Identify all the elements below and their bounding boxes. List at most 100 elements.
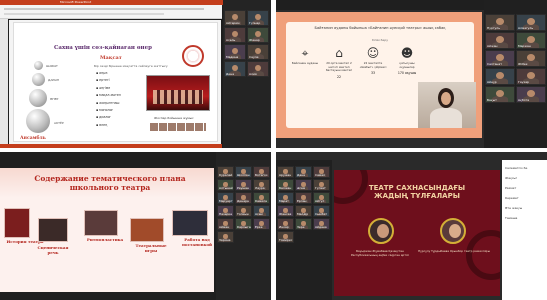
participant-tile[interactable]: Гүлзат	[313, 179, 330, 191]
participant-tile[interactable]: Марат	[277, 192, 294, 204]
participant-tile[interactable]: Асель	[224, 27, 246, 43]
orb-label-2: ДАРЫН	[48, 78, 60, 82]
slide-thumbnails-pane[interactable]	[0, 19, 8, 148]
participant-name: Самал	[315, 173, 325, 177]
photo-strip	[150, 123, 206, 131]
participant-tile[interactable]: Жібек	[516, 50, 546, 67]
slide-canvas[interactable]: Содержание тематического плана школьного…	[0, 168, 214, 292]
participant-tile[interactable]: Назерке	[217, 205, 234, 217]
participant-name: Лаура	[255, 186, 265, 190]
participant-tile[interactable]: Толкын	[235, 205, 252, 217]
participant-tile[interactable]: Айман	[217, 218, 234, 230]
participant-name: Шолпан	[237, 173, 250, 177]
person-left-caption: Бауыржан Жұмабаев Қазақстан Республикасы…	[350, 249, 410, 257]
participant-tile[interactable]: Ерке	[253, 218, 270, 230]
participant-name: Айжан	[487, 44, 498, 48]
participant-name: Алтынай	[219, 186, 233, 190]
topic-label: Сценическая речь	[37, 245, 69, 255]
participant-tile[interactable]: Шолпан	[235, 166, 252, 178]
participant-tile[interactable]: Нургуль	[485, 14, 515, 31]
participant-name: Куралай	[219, 173, 233, 177]
participant-tile[interactable]: Камила	[253, 192, 270, 204]
orb-large	[29, 89, 47, 107]
participant-tile[interactable]: Салтанат	[485, 50, 515, 67]
topic-image	[4, 208, 30, 238]
participant-tile[interactable]: Зере	[295, 218, 312, 230]
participant-name: Толкын	[237, 212, 249, 216]
participant-tile[interactable]: Әсем	[295, 179, 312, 191]
info-text: 20 орта мектеп 2 негізгі мектеп бастауыш…	[325, 61, 353, 73]
participant-tile[interactable]: Асем	[253, 205, 270, 217]
topic-image	[38, 218, 68, 242]
participant-tile[interactable]: Алтынай	[217, 179, 234, 191]
participants-grid: Айгерим Гүлнар Асель Жанар Мадина Сәуле Дина Ал…	[223, 0, 271, 148]
chat-panel[interactable]: Сәлеметсіз бе Жақсы! Рахмет Керемет Өте жақс…	[502, 160, 547, 300]
participant-name: Алия	[249, 72, 257, 76]
participant-tile[interactable]: Алмагуль	[516, 14, 546, 31]
participant-name: Зере	[297, 225, 305, 229]
participant-tile[interactable]: Самал	[313, 166, 330, 178]
participant-tile[interactable]: Сымбат	[313, 205, 330, 217]
chat-messages: Сәлеметсіз бе Жақсы! Рахмет Керемет Өте жақс…	[505, 166, 545, 226]
participant-tile[interactable]: Жанар	[247, 27, 269, 43]
orb-label-3: ӨНЕР	[50, 97, 59, 101]
theater-masks-icon: ☺	[366, 46, 380, 60]
participant-name: Меруерт	[219, 199, 233, 203]
participant-name: Айман	[219, 225, 230, 229]
participant-tile[interactable]: Зарина	[217, 231, 234, 243]
topic-image	[84, 210, 118, 236]
participant-tile[interactable]: Мөлдір	[295, 205, 312, 217]
participant-tile[interactable]: Динара	[235, 192, 252, 204]
location-pin-icon: ⌖	[301, 46, 309, 60]
participant-tile[interactable]: Карлыгаш	[235, 218, 252, 230]
participant-tile[interactable]: Дана	[295, 166, 312, 178]
participant-tile[interactable]: Айжан	[485, 32, 515, 49]
participant-name: Дина	[226, 72, 235, 76]
portrait-left	[368, 218, 394, 244]
participant-tile[interactable]: Мадина	[224, 44, 246, 60]
participant-tile[interactable]: Аружан	[277, 166, 294, 178]
panel-top-left: Microsoft PowerPoint Сахна үшін сөз-қайн…	[0, 0, 271, 148]
participant-tile[interactable]: Айгерим	[224, 10, 246, 26]
topic-label: Ритмопластика	[86, 237, 124, 242]
participant-tile[interactable]: Балжан	[277, 179, 294, 191]
slide-title: Сахна үшін сөз-қайнаған өнер	[54, 45, 152, 51]
topic-label: Работа над постановкой	[182, 237, 212, 247]
participant-tile[interactable]: Алия	[247, 61, 269, 77]
ribbon[interactable]	[0, 5, 222, 19]
participant-tile[interactable]: Сәуле	[247, 44, 269, 60]
participant-name: Дана	[297, 173, 305, 177]
slide-canvas[interactable]: ТЕАТР САХНАСЫНДАҒЫ ЖАДЫҢ ТҰЛҒАЛАРЫ Бауыр…	[334, 170, 500, 296]
participant-tile[interactable]: Томирис	[277, 231, 294, 243]
participant-tile[interactable]: Маржан	[516, 32, 546, 49]
panel-bottom-right: Аружан Дана Самал Балжан Әсем Гүлзат Марат Ерла…	[276, 152, 547, 300]
slide-canvas[interactable]: Байғанин ауданы бойынша «Байғанин әуесқо…	[276, 12, 482, 138]
participant-tile[interactable]: Инкар	[277, 218, 294, 230]
participant-tile[interactable]: Ерлан	[295, 192, 312, 204]
topic-image	[130, 218, 164, 242]
participant-tile[interactable]: Дина	[224, 61, 246, 77]
participant-tile[interactable]: Айдана	[313, 218, 330, 230]
slide-canvas[interactable]: Сахна үшін сөз-қайнаған өнер ШАБЫТ ДАРЫН…	[9, 20, 221, 144]
participant-tile[interactable]: Айнұр	[485, 68, 515, 85]
portrait-right	[440, 218, 466, 244]
participant-tile[interactable]: Ботагоз	[253, 166, 270, 178]
participant-tile[interactable]: Айгүл	[313, 192, 330, 204]
participant-tile[interactable]: Меруерт	[217, 192, 234, 204]
participant-name: Зарина	[219, 238, 231, 242]
presenter-video	[418, 82, 476, 128]
participant-tile[interactable]: Бақыт	[485, 86, 515, 103]
participants-grid: Куралай Шолпан Ботагоз Алтынай Раушан Лаура Ме…	[216, 152, 271, 300]
participant-tile[interactable]: Гүлнар	[247, 10, 269, 26]
participant-tile[interactable]: Гаухар	[516, 68, 546, 85]
participant-tile[interactable]: Жансая	[277, 205, 294, 217]
info-text: Байғанин ауданы	[291, 61, 319, 65]
section-title: Мақсат	[100, 55, 122, 61]
participant-name: Гүлнар	[249, 21, 261, 25]
participant-tile[interactable]: Ақбота	[516, 86, 546, 103]
participant-tile[interactable]: Куралай	[217, 166, 234, 178]
bullet-item: ▪ диалог	[96, 115, 112, 120]
participant-tile[interactable]: Лаура	[253, 179, 270, 191]
bullet-item: ▪ аңыз	[96, 71, 108, 75]
participant-tile[interactable]: Раушан	[235, 179, 252, 191]
